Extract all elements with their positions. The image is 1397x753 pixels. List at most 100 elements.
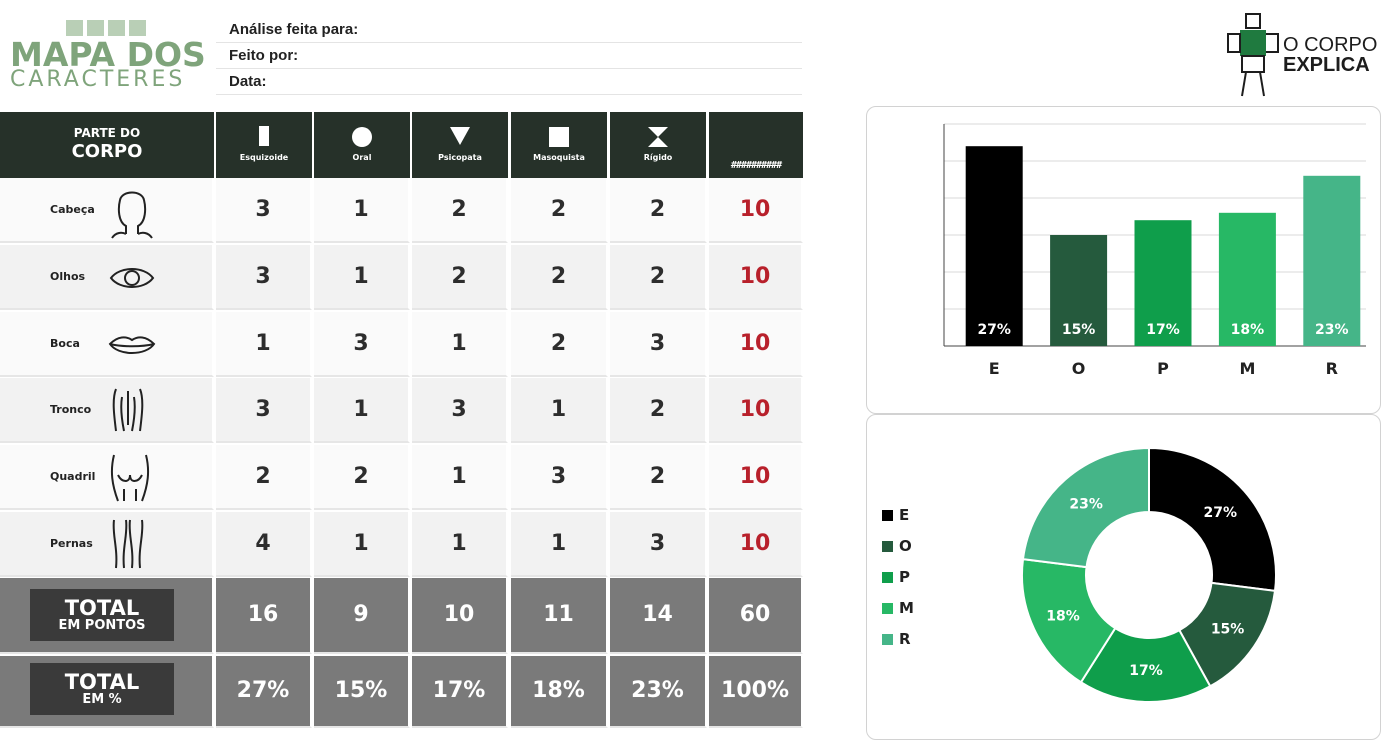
header-body-part-line1: PARTE DO [73, 126, 141, 140]
score-value: 2 [451, 263, 467, 289]
info-date[interactable]: Data: [216, 69, 802, 95]
score-value: 3 [353, 330, 369, 356]
score-cell[interactable]: 1 [314, 245, 410, 310]
score-cell[interactable]: 2 [610, 378, 707, 443]
score-cell[interactable]: 2 [412, 178, 508, 243]
brand-name-line2: EXPLICA [1283, 54, 1370, 76]
row-total-cell[interactable]: 10 [709, 445, 803, 510]
row-total-value: 10 [739, 530, 771, 556]
row-total-cell[interactable]: 10 [709, 178, 803, 243]
score-cell[interactable]: 1 [511, 512, 608, 577]
bar-E[interactable] [965, 146, 1023, 346]
score-cell[interactable]: 2 [511, 312, 608, 377]
hourglass-icon [648, 127, 668, 147]
total-points-value: 60 [739, 602, 771, 627]
score-value: 2 [649, 196, 666, 222]
total-percent-cell: 15% [314, 656, 410, 728]
header-rigido: Rígido [610, 112, 706, 178]
bar-label-E: 27% [977, 322, 1011, 338]
bar-label-O: 15% [1062, 322, 1096, 338]
total-percent-value: 100% [721, 678, 789, 703]
row-total-cell[interactable]: 10 [709, 245, 803, 310]
score-cell[interactable]: 3 [511, 445, 608, 510]
score-cell[interactable]: 1 [314, 378, 410, 443]
body-part-cell: Tronco [0, 378, 214, 443]
row-total-cell[interactable]: 10 [709, 378, 803, 443]
score-cell[interactable]: 1 [314, 178, 410, 243]
score-value: 3 [255, 196, 271, 222]
score-cell[interactable]: 3 [314, 312, 410, 377]
bar-label-R: 23% [1315, 322, 1349, 338]
donut-chart: 27% 15% 17% 18% 23% [1021, 446, 1277, 703]
legend-label: R [899, 630, 911, 648]
score-value: 3 [255, 263, 271, 289]
legend-item-R: R [882, 630, 911, 648]
row-total-cell[interactable]: 10 [709, 312, 803, 377]
brand-logo: O CORPO EXPLICA [1226, 12, 1391, 98]
score-cell[interactable]: 3 [412, 378, 508, 443]
donut-label-R: 23% [1069, 497, 1103, 513]
bar-R[interactable] [1303, 175, 1361, 346]
legend-item-P: P [882, 568, 910, 586]
square-icon [549, 127, 569, 147]
total-percent-value: 15% [334, 678, 388, 703]
score-value: 2 [649, 263, 666, 289]
legend-swatch [882, 603, 893, 614]
col-name-rigido: Rígido [643, 153, 673, 162]
torso-icon [108, 385, 148, 439]
row-total-value: 10 [739, 196, 771, 222]
legend-label: O [899, 537, 912, 555]
x-tick-R: R [1326, 359, 1338, 378]
score-cell[interactable]: 1 [314, 512, 410, 577]
info-analysis-for[interactable]: Análise feita para: [216, 17, 802, 43]
bar-label-M: 18% [1231, 322, 1265, 338]
body-part-name: Boca [50, 336, 80, 350]
score-value: 2 [550, 330, 567, 356]
body-part-name: Cabeça [50, 202, 95, 216]
lips-icon [108, 332, 156, 364]
total-points-value: 14 [642, 602, 673, 627]
legend-swatch [882, 634, 893, 645]
score-value: 1 [451, 530, 467, 556]
score-cell[interactable]: 3 [216, 178, 312, 243]
score-value: 3 [649, 530, 666, 556]
score-cell[interactable]: 3 [216, 378, 312, 443]
score-cell[interactable]: 2 [610, 445, 707, 510]
score-cell[interactable]: 2 [511, 245, 608, 310]
score-value: 4 [255, 530, 271, 556]
score-cell[interactable]: 1 [412, 312, 508, 377]
score-cell[interactable]: 2 [511, 178, 608, 243]
logo-subtitle: CARACTERES [10, 67, 186, 92]
donut-label-P: 17% [1129, 663, 1163, 679]
score-cell[interactable]: 2 [610, 178, 707, 243]
row-total-cell[interactable]: 10 [709, 512, 803, 577]
score-cell[interactable]: 1 [511, 378, 608, 443]
score-value: 3 [451, 396, 467, 422]
score-cell[interactable]: 2 [216, 445, 312, 510]
score-cell[interactable]: 1 [216, 312, 312, 377]
score-cell[interactable]: 3 [216, 245, 312, 310]
legend-item-E: E [882, 506, 909, 524]
score-cell[interactable]: 2 [610, 245, 707, 310]
eye-icon [108, 263, 156, 297]
score-value: 2 [255, 463, 271, 489]
body-part-name: Pernas [50, 536, 93, 550]
total-points-value: 9 [353, 602, 369, 627]
col-name-esquizoide: Esquizoide [239, 153, 289, 162]
score-cell[interactable]: 2 [412, 245, 508, 310]
total-percent-cell: 100% [709, 656, 803, 728]
score-cell[interactable]: 3 [610, 312, 707, 377]
legend-label: M [899, 599, 914, 617]
total-percent-label-cell: TOTAL EM % [0, 656, 214, 728]
score-value: 1 [353, 530, 369, 556]
score-cell[interactable]: 4 [216, 512, 312, 577]
score-cell[interactable]: 1 [412, 445, 508, 510]
score-cell[interactable]: 1 [412, 512, 508, 577]
col-name-psicopata: Psicopata [438, 153, 482, 162]
score-value: 2 [550, 196, 567, 222]
score-cell[interactable]: 3 [610, 512, 707, 577]
total-percent-badge: TOTAL EM % [30, 663, 174, 715]
info-made-by[interactable]: Feito por: [216, 43, 802, 69]
score-cell[interactable]: 2 [314, 445, 410, 510]
circle-icon [352, 127, 372, 147]
